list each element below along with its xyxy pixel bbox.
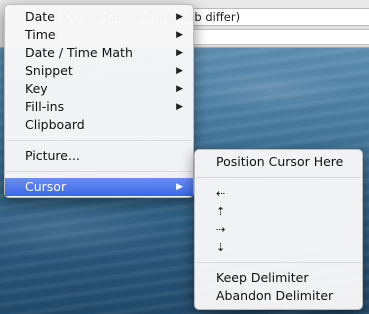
menu-item-left-arrow[interactable]: ⇠ [195,184,362,202]
submenu-arrow-icon: ▶ [176,102,183,112]
down-arrow-icon: ⇣ [216,241,226,254]
menu-item-picture[interactable]: Picture... [5,147,193,165]
menu-item-label: Keep Delimiter [216,270,309,285]
menu-item-label: Date / Time Math [25,45,133,60]
menu-item-position-cursor-here[interactable]: Position Cursor Here [195,153,362,171]
menu-item-label: Abandon Delimiter [216,288,334,303]
left-arrow-icon: ⇠ [216,187,226,200]
submenu-arrow-icon: ▶ [176,12,183,22]
menu-item-date[interactable]: Date ▶ [5,8,193,26]
menu-item-label: Key [25,81,48,96]
menu-item-label: Position Cursor Here [216,154,344,169]
menu-item-label: Picture... [25,148,80,163]
menu-item-label: Date [25,9,55,24]
menu-item-abandon-delimiter[interactable]: Abandon Delimiter [195,287,362,305]
submenu-arrow-icon: ▶ [176,48,183,58]
menu-item-time[interactable]: Time ▶ [5,26,193,44]
menu-item-fill-ins[interactable]: Fill-ins ▶ [5,98,193,116]
menu-item-cursor[interactable]: Cursor ▶ [5,178,193,196]
menu-item-down-arrow[interactable]: ⇣ [195,238,362,256]
menu-item-up-arrow[interactable]: ⇡ [195,202,362,220]
submenu-arrow-icon: ▶ [176,84,183,94]
menu-item-keep-delimiter[interactable]: Keep Delimiter [195,269,362,287]
menu-item-key[interactable]: Key ▶ [5,80,193,98]
submenu-arrow-icon: ▶ [176,30,183,40]
submenu-arrow-icon: ▶ [176,66,183,76]
menu-item-snippet[interactable]: Snippet ▶ [5,62,193,80]
menu-item-clipboard[interactable]: Clipboard [5,116,193,134]
insert-menu: Date ▶ Time ▶ Date / Time Math ▶ Snippet… [4,4,194,198]
up-arrow-icon: ⇡ [216,205,226,218]
menu-item-label: Fill-ins [25,99,65,114]
menu-item-label: Time [25,27,56,42]
menu-item-label: Clipboard [25,117,85,132]
menu-separator [196,177,361,178]
menu-item-label: Snippet [25,63,73,78]
menu-item-label: Cursor [25,179,67,194]
menu-separator [6,171,192,172]
menu-item-right-arrow[interactable]: ⇢ [195,220,362,238]
right-arrow-icon: ⇢ [216,223,226,236]
menu-separator [6,140,192,141]
submenu-arrow-icon: ▶ [176,182,183,192]
cursor-submenu: Position Cursor Here ⇠ ⇡ ⇢ ⇣ Keep Delimi… [194,149,363,310]
menu-item-date-time-math[interactable]: Date / Time Math ▶ [5,44,193,62]
menu-separator [196,262,361,263]
